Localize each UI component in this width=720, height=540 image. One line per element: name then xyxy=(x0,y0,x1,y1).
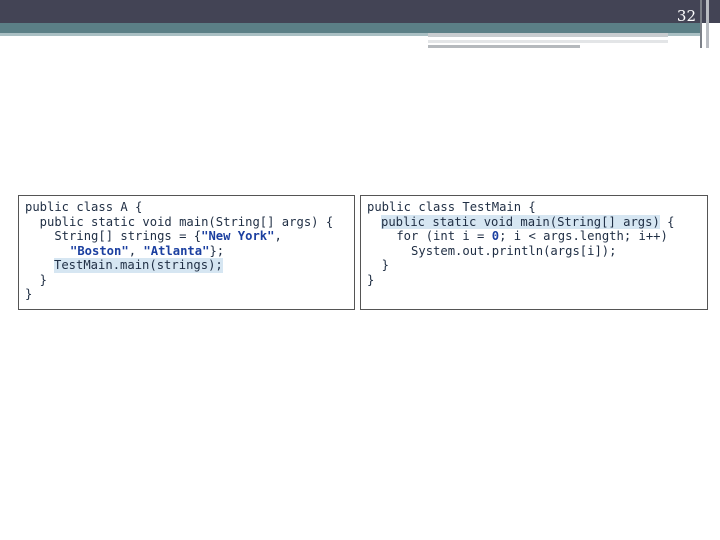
header-gray-band-3 xyxy=(428,45,580,48)
code-text: , xyxy=(128,243,144,258)
code-text: { xyxy=(659,214,675,229)
string-literal: "Boston" xyxy=(70,243,129,258)
code-line: for (int i = 0; i < args.length; i++) xyxy=(367,229,668,244)
code-line: public class TestMain { xyxy=(367,200,536,214)
number-literal: 0 xyxy=(491,229,500,243)
header-divider-line xyxy=(700,0,702,48)
slide-number: 32 xyxy=(676,7,696,25)
code-text: }; xyxy=(209,243,225,258)
code-line: } xyxy=(25,272,48,287)
code-text: ; i < args.length; i++) xyxy=(499,229,668,243)
code-text: for (int i = xyxy=(367,229,492,243)
code-line: } xyxy=(367,272,375,287)
header-teal-band xyxy=(0,23,700,33)
header-gray-band xyxy=(428,33,668,37)
code-line: public class A { xyxy=(25,200,143,214)
code-line: public static void main(String[] args) { xyxy=(381,214,675,230)
code-line: public static void main(String[] args) { xyxy=(25,214,334,229)
code-text-highlighted: public static void main(String[] args) xyxy=(381,214,660,229)
code-line: String[] strings = {"New York", xyxy=(25,229,282,244)
string-literal: "New York" xyxy=(201,229,275,243)
code-panel-class-testmain: public class TestMain { public static vo… xyxy=(360,195,708,310)
code-text: String[] strings = { xyxy=(25,229,202,243)
code-line: } xyxy=(367,258,390,272)
code-line: "Boston", "Atlanta"}; xyxy=(70,244,224,259)
string-literal: "Atlanta" xyxy=(143,243,210,258)
code-text: , xyxy=(274,229,282,243)
header-gray-band-2 xyxy=(428,40,668,43)
header-divider-line-2 xyxy=(706,0,709,48)
code-panel-class-a: public class A { public static void main… xyxy=(18,195,355,310)
code-line-highlighted: TestMain.main(strings); xyxy=(54,258,223,273)
header-dark-band xyxy=(0,0,720,23)
code-line: System.out.println(args[i]); xyxy=(367,243,617,258)
code-line: } xyxy=(25,287,33,301)
